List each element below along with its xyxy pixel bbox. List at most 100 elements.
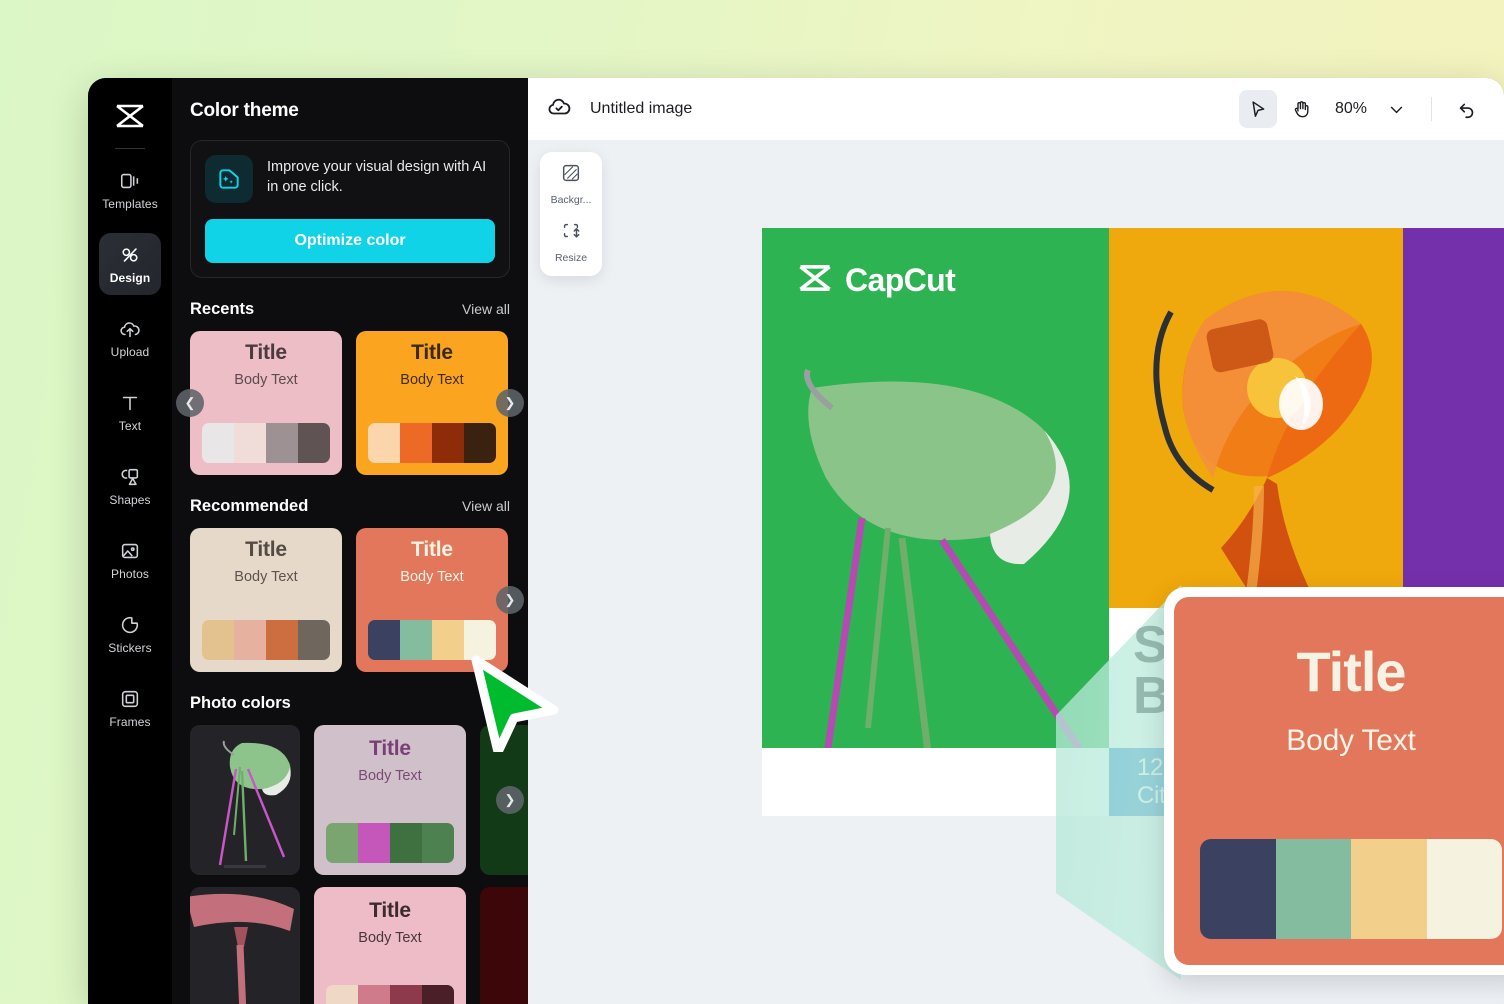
swatch <box>422 823 454 863</box>
theme-card-title: Title <box>369 899 411 922</box>
tool-label: Resize <box>554 252 588 264</box>
swatch <box>432 423 464 463</box>
capcut-logo-icon <box>796 263 834 298</box>
chevron-down-icon[interactable] <box>1377 90 1415 128</box>
view-all-link-recents[interactable]: View all <box>462 301 510 317</box>
sidebar-item-label: Stickers <box>108 640 152 655</box>
theme-card-body: Body Text <box>234 372 298 388</box>
artboard-yellow-block <box>1109 228 1403 608</box>
green-lamp-photo[interactable] <box>190 725 300 875</box>
pink-lamp-photo[interactable] <box>190 887 300 1004</box>
toolbar-divider <box>1431 97 1432 121</box>
magnified-body: Body Text <box>1286 724 1416 757</box>
ai-card-text: Improve your visual design with AI in on… <box>267 159 487 195</box>
recents-section-header: Recents View all <box>190 300 510 319</box>
editor-area: Untitled image 80% Backgr... Resize CapC… <box>528 78 1504 1004</box>
chevron-right-icon[interactable]: ❯ <box>496 389 524 417</box>
floating-toolbar: Backgr... Resize <box>540 152 602 276</box>
swatch <box>358 985 390 1004</box>
photo-card-partial[interactable] <box>480 887 528 1004</box>
section-title: Recents <box>190 300 255 318</box>
color-theme-panel: Color theme Improve your visual design w… <box>172 78 528 1004</box>
ai-magic-image-icon <box>205 155 253 203</box>
view-all-link-recommended[interactable]: View all <box>462 498 510 514</box>
theme-card[interactable]: Title Body Text <box>314 725 466 875</box>
brand-name: CapCut <box>845 262 956 298</box>
theme-card-swatches <box>326 823 454 863</box>
theme-card[interactable]: Title Body Text <box>190 528 342 672</box>
zoom-level-value[interactable]: 80% <box>1327 100 1371 118</box>
sidebar-item-frames[interactable]: Frames <box>99 677 161 739</box>
swatch <box>234 620 266 660</box>
theme-card-title: Title <box>245 538 287 561</box>
page-title: Color theme <box>190 100 299 121</box>
theme-card-body: Body Text <box>400 569 464 585</box>
section-title: Recommended <box>190 497 309 515</box>
section-title: Photo colors <box>190 694 291 712</box>
theme-card[interactable]: Title Body Text <box>190 331 342 475</box>
swatch <box>326 985 358 1004</box>
sidebar-item-label: Photos <box>111 566 149 581</box>
sidebar-item-label: Design <box>109 270 151 285</box>
swatch <box>464 423 496 463</box>
capcut-logo-icon[interactable] <box>108 94 152 138</box>
theme-card-title: Title <box>411 341 453 364</box>
swatch <box>390 823 422 863</box>
swatch <box>1351 839 1427 939</box>
recommended-section-header: Recommended View all <box>190 497 510 516</box>
swatch <box>432 620 464 660</box>
swatch <box>400 620 432 660</box>
resize-icon <box>560 220 582 247</box>
theme-card-body: Body Text <box>358 768 422 784</box>
sidebar-item-templates[interactable]: Templates <box>99 159 161 221</box>
pointer-cursor-icon <box>462 648 566 757</box>
cloud-saved-icon[interactable] <box>546 94 572 125</box>
theme-card-body: Body Text <box>358 930 422 946</box>
sidebar-item-label: Text <box>118 418 142 433</box>
theme-card-body: Body Text <box>234 569 298 585</box>
cursor-select-icon[interactable] <box>1238 90 1277 128</box>
theme-card-swatches <box>368 423 496 463</box>
ai-optimize-card: Improve your visual design with AI in on… <box>190 140 510 278</box>
swatch <box>1275 839 1351 939</box>
document-title[interactable]: Untitled image <box>590 100 692 118</box>
chevron-left-icon[interactable]: ❮ <box>176 389 204 417</box>
optimize-color-button[interactable]: Optimize color <box>205 219 495 263</box>
recents-carousel: ❮ Title Body Text Title Body Text ❯ <box>176 331 524 475</box>
theme-card[interactable]: Title Body Text <box>356 331 508 475</box>
sidebar-item-stickers[interactable]: Stickers <box>99 603 161 665</box>
swatch <box>368 620 400 660</box>
sidebar-item-text[interactable]: Text <box>99 381 161 443</box>
theme-card-swatches <box>202 620 330 660</box>
sidebar-item-shapes[interactable]: Shapes <box>99 455 161 517</box>
swatch <box>298 423 330 463</box>
magnified-theme-preview: Title Body Text <box>1164 587 1504 975</box>
theme-card-swatches <box>326 985 454 1004</box>
tool-label: Backgr... <box>550 194 592 206</box>
chevron-right-icon[interactable]: ❯ <box>496 786 524 814</box>
sidebar-item-label: Shapes <box>109 492 151 507</box>
rail-divider <box>115 148 145 149</box>
canvas-area[interactable]: Backgr... Resize CapCut Title Body Text <box>528 140 1504 1004</box>
sidebar-item-photos[interactable]: Photos <box>99 529 161 591</box>
brand-logo: CapCut <box>796 262 956 299</box>
swatch <box>422 985 454 1004</box>
chevron-right-icon[interactable]: ❯ <box>496 586 524 614</box>
magnified-title: Title <box>1296 640 1406 703</box>
magnified-swatches <box>1200 839 1502 939</box>
undo-icon[interactable] <box>1448 90 1486 128</box>
swatch <box>390 985 422 1004</box>
sidebar-item-design[interactable]: Design <box>99 233 161 295</box>
swatch <box>298 620 330 660</box>
resize-tool-button[interactable]: Resize <box>540 220 602 264</box>
swatch <box>358 823 390 863</box>
background-tool-button[interactable]: Backgr... <box>540 162 602 206</box>
sidebar-item-upload[interactable]: Upload <box>99 307 161 369</box>
sidebar-item-label: Frames <box>109 714 151 729</box>
theme-card-title: Title <box>369 737 411 760</box>
theme-card-swatches <box>202 423 330 463</box>
theme-card[interactable]: Title Body Text <box>314 887 466 1004</box>
hand-pan-icon[interactable] <box>1283 90 1321 128</box>
swatch <box>1426 839 1502 939</box>
swatch <box>326 823 358 863</box>
